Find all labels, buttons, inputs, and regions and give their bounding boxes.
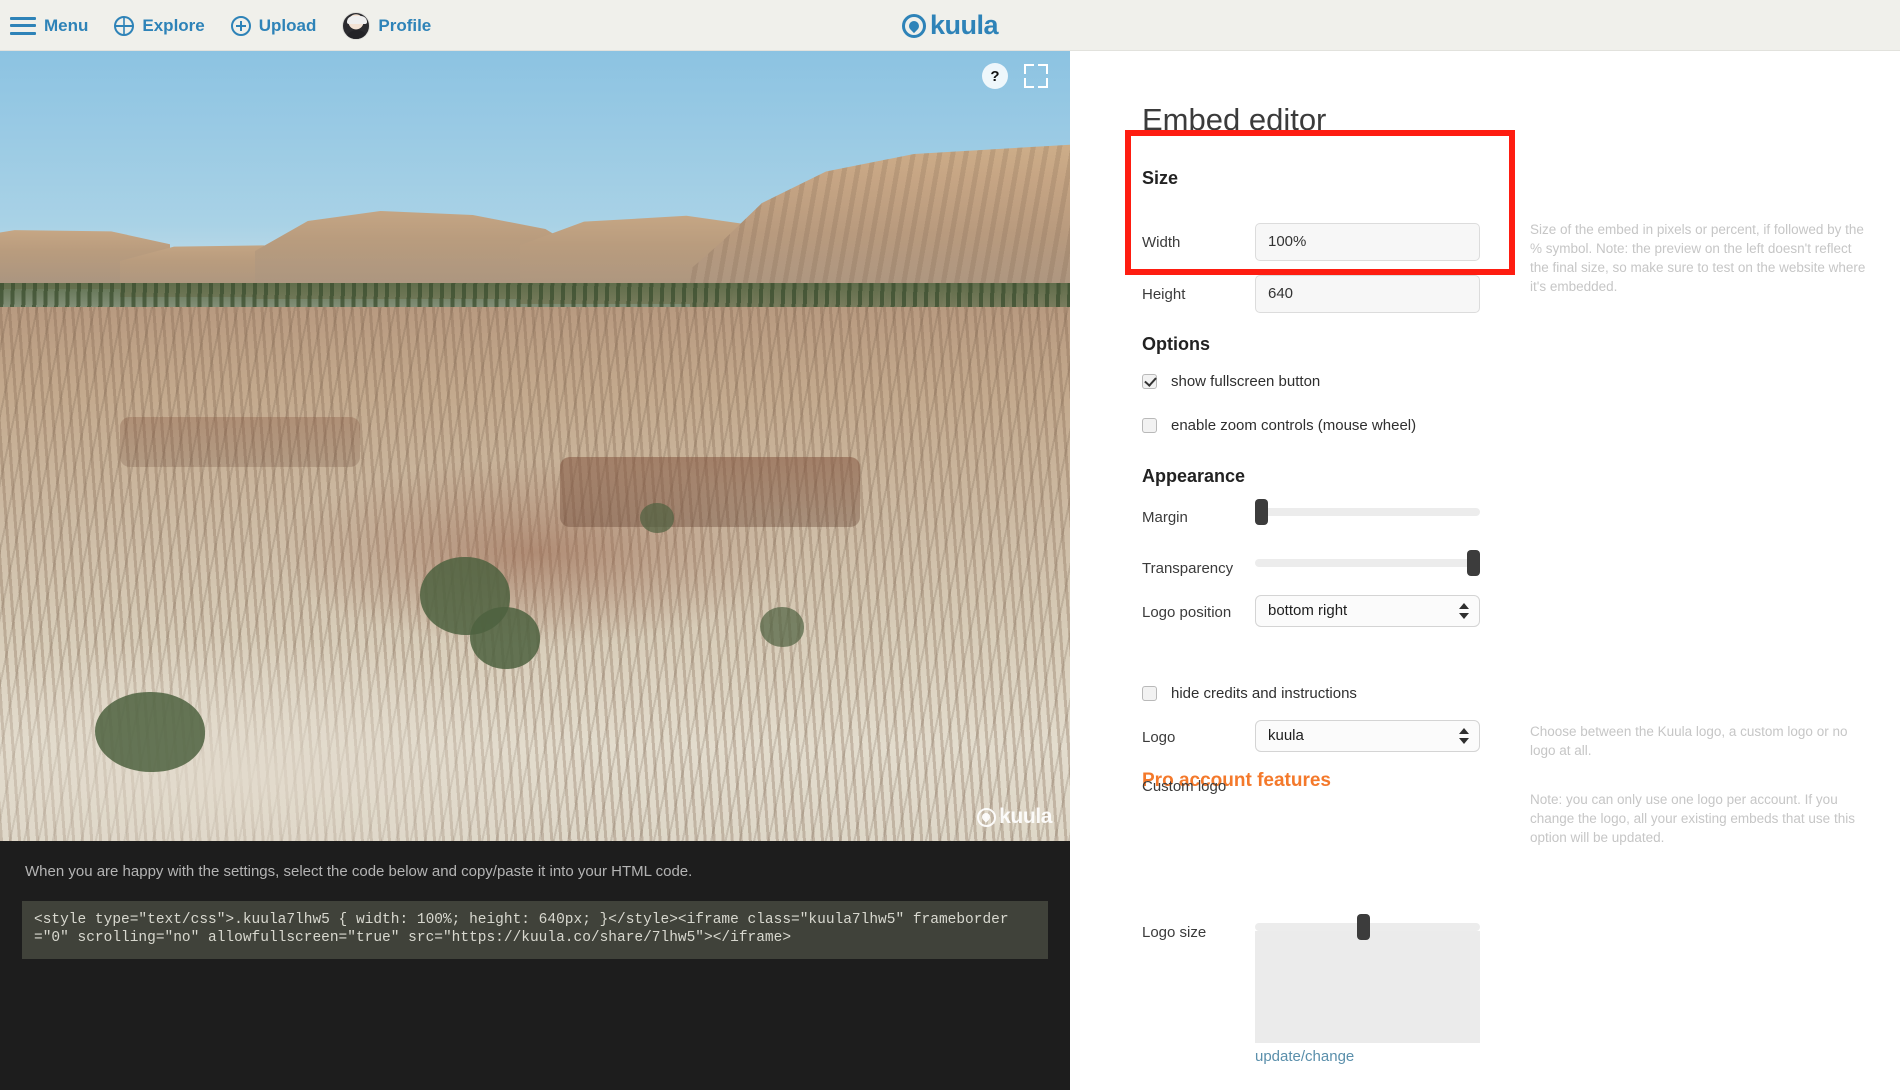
margin-slider[interactable] — [1255, 499, 1480, 525]
shrub-right — [760, 607, 804, 647]
section-heading-options: Options — [1142, 334, 1210, 354]
embed-code-textarea[interactable]: <style type="text/css">.kuula7lhw5 { wid… — [22, 901, 1048, 959]
nav-item-upload[interactable]: Upload — [230, 15, 317, 36]
shrub-bottom-left — [95, 692, 205, 772]
width-label: Width — [1142, 234, 1181, 251]
checkbox-hide-credits[interactable] — [1142, 686, 1157, 701]
margin-slider-thumb[interactable] — [1255, 499, 1268, 525]
select-stepper-icon — [1459, 600, 1469, 624]
nav-item-explore-label: Explore — [142, 15, 205, 35]
nav-item-profile-label: Profile — [378, 15, 432, 35]
section-heading-size: Size — [1142, 168, 1179, 188]
shrub-medium — [470, 607, 540, 669]
option-enable-zoom-label: enable zoom controls (mouse wheel) — [1171, 417, 1417, 434]
logo-hint-text: Choose between the Kuula logo, a custom … — [1530, 724, 1848, 758]
size-hint-text: Size of the embed in pixels or percent, … — [1530, 222, 1866, 294]
section-heading-appearance: Appearance — [1142, 466, 1246, 486]
shrub-mid — [640, 503, 674, 533]
transparency-slider[interactable] — [1255, 550, 1480, 576]
logo-size-slider-thumb[interactable] — [1356, 914, 1370, 940]
panorama-viewer[interactable]: ? kuula — [0, 51, 1070, 841]
option-hide-credits-label: hide credits and instructions — [1171, 685, 1357, 702]
canyon-rocks — [0, 307, 1070, 841]
option-enable-zoom-row[interactable]: enable zoom controls (mouse wheel) — [1142, 417, 1416, 434]
primary-nav: Menu Explore Upload Profile — [10, 0, 431, 51]
margin-label: Margin — [1142, 509, 1188, 526]
height-label: Height — [1142, 286, 1186, 303]
custom-logo-hint-text: Note: you can only use one logo per acco… — [1530, 792, 1855, 845]
embed-code-panel: When you are happy with the settings, se… — [0, 841, 1070, 1090]
logo-select[interactable]: kuula — [1255, 720, 1480, 752]
width-input[interactable]: 100% — [1255, 223, 1480, 261]
transparency-slider-thumb[interactable] — [1467, 550, 1480, 576]
nav-item-explore[interactable]: Explore — [114, 15, 205, 36]
nav-item-profile[interactable]: Profile — [342, 11, 432, 40]
select-stepper-icon — [1459, 725, 1469, 749]
mesa-shading — [690, 143, 1070, 308]
kuula-watermark-label: kuula — [999, 805, 1052, 828]
globe-icon — [114, 15, 135, 36]
nav-item-menu[interactable]: Menu — [10, 16, 88, 36]
rock-band-left — [120, 417, 360, 467]
fullscreen-icon[interactable] — [1024, 64, 1048, 88]
logo-size-label: Logo size — [1142, 924, 1207, 941]
viewer-watermark: kuula — [977, 805, 1052, 829]
logo-size-slider[interactable] — [1255, 914, 1480, 940]
help-icon[interactable]: ? — [982, 63, 1008, 89]
height-input[interactable]: 640 — [1255, 275, 1480, 313]
hamburger-icon — [10, 16, 36, 35]
custom-logo-label: Custom logo — [1142, 778, 1227, 795]
transparency-label: Transparency — [1142, 560, 1234, 577]
update-change-link[interactable]: update/change — [1255, 1048, 1354, 1065]
logo-position-value: bottom right — [1268, 602, 1348, 619]
viewer-controls: ? — [982, 63, 1048, 89]
transparency-slider-track — [1255, 559, 1480, 567]
option-hide-credits-row[interactable]: hide credits and instructions — [1142, 685, 1357, 702]
plus-circle-icon — [230, 15, 251, 36]
top-navigation-bar: Menu Explore Upload Profile kuula — [0, 0, 1900, 51]
brand-name: kuula — [929, 10, 999, 40]
custom-logo-preview[interactable] — [1255, 931, 1480, 1043]
brand-logo[interactable]: kuula — [901, 10, 999, 41]
nav-item-menu-label: Menu — [44, 15, 89, 35]
rock-band-center — [560, 457, 860, 527]
logo-position-label: Logo position — [1142, 604, 1232, 621]
option-show-fullscreen-label: show fullscreen button — [1171, 373, 1321, 390]
preview-pane: ? kuula When you are happy with the sett… — [0, 51, 1070, 1090]
embed-code-instructions: When you are happy with the settings, se… — [25, 863, 693, 880]
checkbox-enable-zoom[interactable] — [1142, 418, 1157, 433]
logo-value: kuula — [1268, 727, 1304, 744]
margin-slider-track — [1255, 508, 1480, 516]
kuula-logo-icon — [901, 13, 926, 38]
option-show-fullscreen-row[interactable]: show fullscreen button — [1142, 373, 1320, 390]
nav-item-upload-label: Upload — [258, 15, 317, 35]
kuula-watermark-icon — [977, 807, 997, 827]
embed-editor-panel: Embed editor Size Width 100% Height 640 … — [1070, 51, 1900, 1090]
avatar — [342, 11, 371, 40]
checkbox-show-fullscreen[interactable] — [1142, 374, 1157, 389]
logo-label: Logo — [1142, 729, 1176, 746]
logo-position-select[interactable]: bottom right — [1255, 595, 1480, 627]
